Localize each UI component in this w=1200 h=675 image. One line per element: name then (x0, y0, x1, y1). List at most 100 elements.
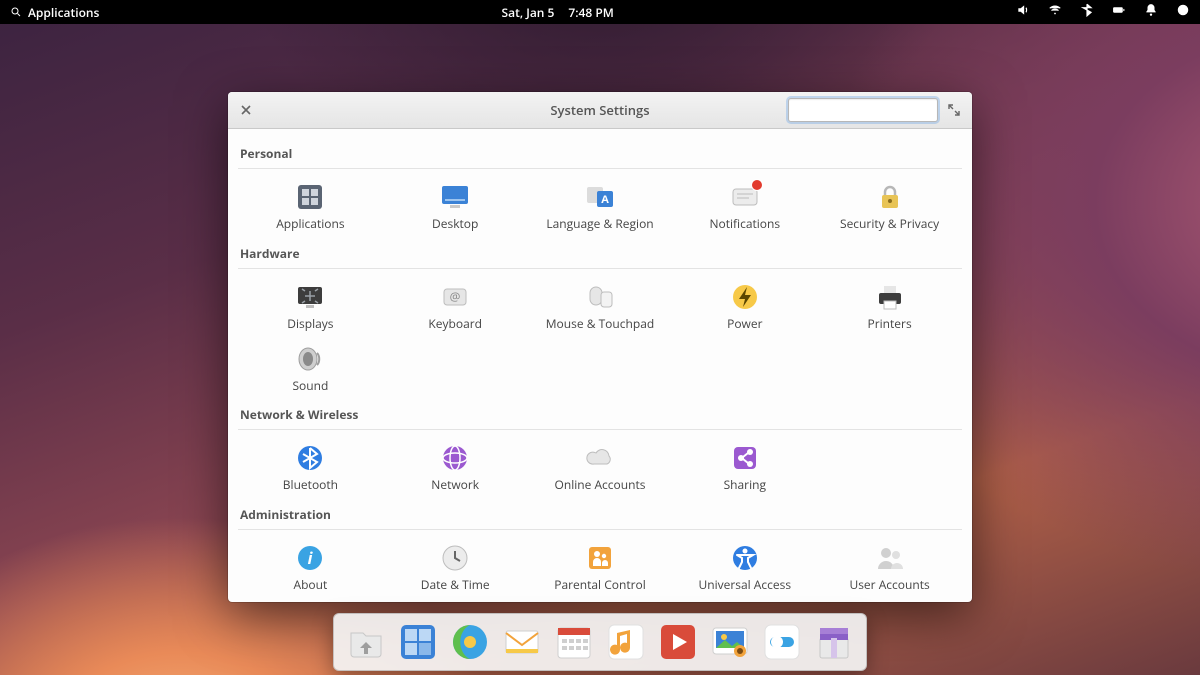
panel-date: Sat, Jan 5 (502, 4, 555, 21)
sound-icon (294, 343, 326, 375)
lock-icon (874, 181, 906, 213)
dock-photos-icon (710, 622, 750, 662)
settings-item-sharing[interactable]: Sharing (672, 436, 817, 496)
bluetooth-pref-icon (294, 442, 326, 474)
settings-search-input[interactable] (797, 102, 956, 118)
settings-item-power[interactable]: Power (672, 275, 817, 335)
section-title-hardware: Hardware (238, 235, 962, 266)
parental-icon (584, 542, 616, 574)
settings-item-label: Desktop (432, 217, 478, 231)
dock-multitasking[interactable] (396, 620, 440, 664)
users-icon (874, 542, 906, 574)
settings-item-displays[interactable]: Displays (238, 275, 383, 335)
notifications-tray-icon[interactable] (1144, 3, 1158, 21)
dock-web-icon (450, 622, 490, 662)
settings-search[interactable] (788, 98, 938, 122)
dock-appcenter[interactable] (812, 620, 856, 664)
close-button[interactable] (236, 100, 256, 120)
network-icon (439, 442, 471, 474)
system-tray (1016, 3, 1190, 21)
settings-item-users[interactable]: User Accounts (817, 536, 962, 596)
settings-item-sound[interactable]: Sound (238, 337, 383, 397)
dock-web[interactable] (448, 620, 492, 664)
window-titlebar[interactable]: System Settings (228, 92, 972, 129)
section-title-personal: Personal (238, 135, 962, 166)
power-icon (729, 281, 761, 313)
dock-calendar[interactable] (552, 620, 596, 664)
divider (238, 529, 962, 530)
battery-icon[interactable] (1112, 3, 1126, 21)
system-settings-window: System Settings Personal Applications (228, 92, 972, 602)
dock-mail-icon (502, 622, 542, 662)
settings-item-label: Keyboard (428, 317, 482, 331)
dock-mail[interactable] (500, 620, 544, 664)
wifi-icon[interactable] (1048, 3, 1062, 21)
section-personal: Applications Desktop A Language & Region… (238, 175, 962, 235)
settings-item-language[interactable]: A Language & Region (528, 175, 673, 235)
settings-item-label: Universal Access (699, 578, 792, 592)
sharing-icon (729, 442, 761, 474)
panel-clock[interactable]: Sat, Jan 5 7:48 PM (502, 4, 614, 21)
keyboard-icon: @ (439, 281, 471, 313)
settings-item-label: Printers (868, 317, 912, 331)
dock-videos-icon (658, 622, 698, 662)
settings-item-applications[interactable]: Applications (238, 175, 383, 235)
settings-item-label: Date & Time (421, 578, 490, 592)
settings-item-label: About (294, 578, 328, 592)
cloud-icon (584, 442, 616, 474)
settings-item-datetime[interactable]: Date & Time (383, 536, 528, 596)
section-network: Bluetooth Network Online Accounts Sharin… (238, 436, 962, 496)
settings-item-online-accounts[interactable]: Online Accounts (528, 436, 673, 496)
dock-music[interactable] (604, 620, 648, 664)
dock (333, 613, 867, 671)
dock-settings[interactable] (760, 620, 804, 664)
settings-item-parental[interactable]: Parental Control (528, 536, 673, 596)
section-admin: i About Date & Time Parental Control Uni… (238, 536, 962, 596)
dock-settings-icon (762, 622, 802, 662)
volume-icon[interactable] (1016, 3, 1030, 21)
settings-item-a11y[interactable]: Universal Access (672, 536, 817, 596)
settings-item-label: Bluetooth (283, 478, 338, 492)
section-hardware: Displays @ Keyboard Mouse & Touchpad Pow… (238, 275, 962, 397)
desktop: Applications Sat, Jan 5 7:48 PM System S… (0, 0, 1200, 675)
a11y-icon (729, 542, 761, 574)
dock-photos[interactable] (708, 620, 752, 664)
divider (238, 268, 962, 269)
dock-calendar-icon (554, 622, 594, 662)
search-icon (10, 6, 22, 18)
settings-item-label: Power (727, 317, 762, 331)
settings-item-label: Parental Control (554, 578, 646, 592)
settings-item-printers[interactable]: Printers (817, 275, 962, 335)
settings-item-label: Security & Privacy (840, 217, 939, 231)
applications-menu[interactable]: Applications (10, 4, 99, 21)
settings-item-about[interactable]: i About (238, 536, 383, 596)
settings-item-label: Sharing (724, 478, 766, 492)
printer-icon (874, 281, 906, 313)
about-icon: i (294, 542, 326, 574)
settings-item-label: Language & Region (546, 217, 653, 231)
settings-item-security[interactable]: Security & Privacy (817, 175, 962, 235)
applications-label: Applications (28, 4, 99, 21)
section-title-admin: Administration (238, 496, 962, 527)
settings-item-mouse[interactable]: Mouse & Touchpad (528, 275, 673, 335)
language-icon: A (584, 181, 616, 213)
settings-item-notifications[interactable]: Notifications (672, 175, 817, 235)
maximize-button[interactable] (944, 100, 964, 120)
settings-item-desktop[interactable]: Desktop (383, 175, 528, 235)
power-tray-icon[interactable] (1176, 3, 1190, 21)
svg-text:A: A (601, 192, 609, 207)
divider (238, 429, 962, 430)
settings-item-label: Notifications (709, 217, 780, 231)
settings-item-label: Applications (276, 217, 344, 231)
dock-files[interactable] (344, 620, 388, 664)
settings-item-label: Network (431, 478, 479, 492)
dock-videos[interactable] (656, 620, 700, 664)
notifications-icon (729, 181, 761, 213)
settings-item-network[interactable]: Network (383, 436, 528, 496)
bluetooth-icon[interactable] (1080, 3, 1094, 21)
dock-files-icon (346, 622, 386, 662)
datetime-icon (439, 542, 471, 574)
settings-item-bluetooth[interactable]: Bluetooth (238, 436, 383, 496)
settings-item-keyboard[interactable]: @ Keyboard (383, 275, 528, 335)
mouse-icon (584, 281, 616, 313)
